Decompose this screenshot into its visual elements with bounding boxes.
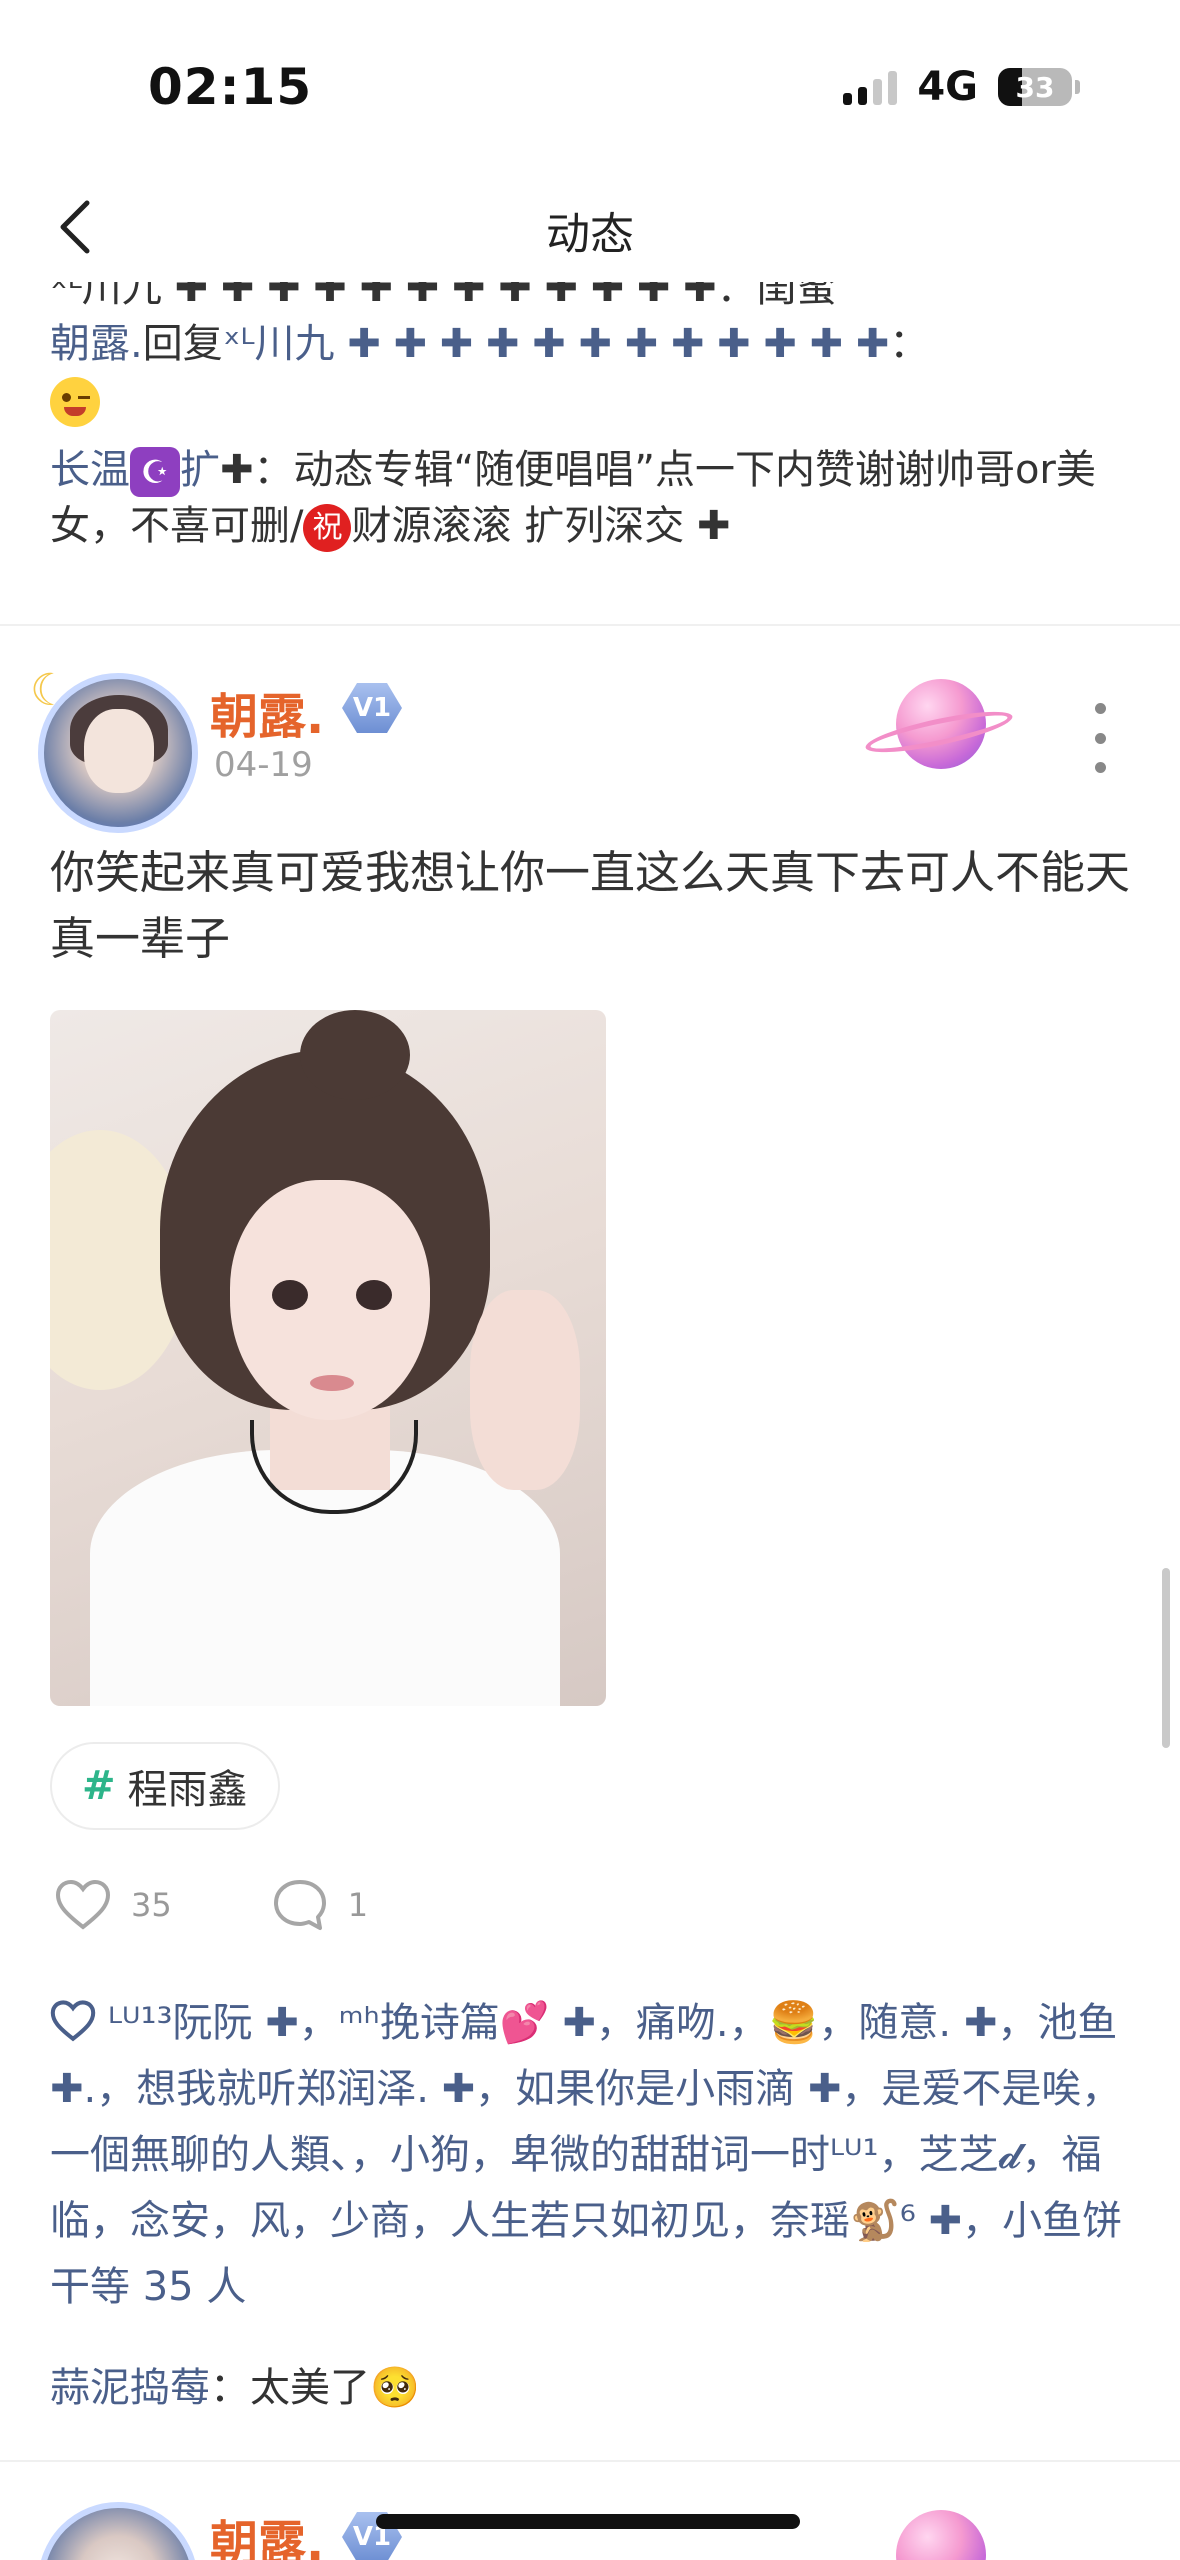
like-button[interactable]: 35 <box>55 1879 172 1931</box>
post-author[interactable]: 朝露. <box>210 677 324 747</box>
reply-emoji <box>50 372 1130 432</box>
post-author[interactable]: 朝露. <box>210 2504 324 2560</box>
reply-comment[interactable]: 朝露.回复ˣᴸ川九 ✚ ✚ ✚ ✚ ✚ ✚ ✚ ✚ ✚ ✚ ✚ ✚： <box>50 316 1130 372</box>
post-comment[interactable]: 蒜泥捣莓：太美了🥺 <box>50 2358 1130 2418</box>
hashtag-icon: # <box>82 1763 116 1809</box>
comment-text: ˣᴸ川九 ✚ ✚ ✚ ✚ ✚ ✚ ✚ ✚ ✚ ✚ ✚ ✚：闺蜜 <box>50 282 837 311</box>
like-count: 35 <box>131 1886 172 1924</box>
post-date: 04-19 <box>214 745 313 785</box>
comment-bubble-icon <box>273 1880 326 1930</box>
comment-colon: ： <box>889 321 930 367</box>
plus-icon: ✚ <box>696 503 731 549</box>
status-right: 4G 33 <box>843 62 1080 112</box>
reply-target-user[interactable]: ˣᴸ川九 ✚ ✚ ✚ ✚ ✚ ✚ ✚ ✚ ✚ ✚ ✚ ✚ <box>223 321 890 367</box>
signal-icon <box>843 69 898 105</box>
comment-button[interactable]: 1 <box>272 1878 368 1932</box>
avatar[interactable] <box>38 2502 198 2560</box>
planet-decoration-icon[interactable] <box>896 2510 986 2560</box>
liked-by-text: ᴸᵁ¹³阮阮 ✚，ᵐʰ挽诗篇💕 ✚，痛吻.，🍔，随意. ✚，池鱼 ✚.，想我就听… <box>50 2000 1123 2310</box>
status-time: 02:15 <box>148 58 313 116</box>
vip-badge: V1 <box>342 683 402 733</box>
comment-user[interactable]: 朝露. <box>50 321 143 367</box>
topic-label: 程雨鑫 <box>127 1767 248 1813</box>
comment-item[interactable]: 长温 ☪ 扩✚：动态专辑“随便唱唱”点一下内赞谢谢帅哥or美女，不喜可删/祝财源滚滚… <box>50 442 1130 554</box>
home-indicator[interactable] <box>376 2514 800 2529</box>
comment-user-suffix[interactable]: 扩 <box>180 447 220 493</box>
nav-bar: 动态 <box>0 170 1180 285</box>
battery-level: 33 <box>1015 70 1055 104</box>
comment-user[interactable]: 蒜泥捣莓 <box>50 2365 210 2411</box>
comment-line-cut: ˣᴸ川九 ✚ ✚ ✚ ✚ ✚ ✚ ✚ ✚ ✚ ✚ ✚ ✚：闺蜜 <box>50 282 1130 316</box>
comment-count: 1 <box>347 1886 369 1924</box>
post-photo[interactable] <box>50 1010 606 1706</box>
page-title: 动态 <box>546 209 634 260</box>
network-label: 4G <box>917 64 978 110</box>
moon-badge-icon: ☪ <box>130 447 180 497</box>
previous-post-comments: ˣᴸ川九 ✚ ✚ ✚ ✚ ✚ ✚ ✚ ✚ ✚ ✚ ✚ ✚：闺蜜 朝露.回复ˣᴸ川… <box>50 282 1130 554</box>
liked-by-list[interactable]: ᴸᵁ¹³阮阮 ✚，ᵐʰ挽诗篇💕 ✚，痛吻.，🍔，随意. ✚，池鱼 ✚.，想我就听… <box>50 1990 1130 2320</box>
comment-text: ：太美了🥺 <box>210 2365 420 2411</box>
blessing-badge-icon: 祝 <box>303 504 352 552</box>
planet-decoration-icon[interactable] <box>862 675 1016 785</box>
scrollbar[interactable] <box>1162 1568 1170 1748</box>
post-header: ☾ 朝露. V1 04-19 <box>30 665 1150 833</box>
heart-outline-icon <box>50 2000 96 2042</box>
crescent-moon-icon: ☾ <box>30 665 70 716</box>
plus-icon: ✚ <box>220 447 254 493</box>
heart-icon <box>55 1879 111 1930</box>
status-bar: 02:15 4G 33 <box>0 0 1180 170</box>
post-actions: 35 1 <box>55 1870 468 1940</box>
topic-tag[interactable]: # 程雨鑫 <box>50 1742 280 1830</box>
comment-user[interactable]: 长温 <box>50 447 130 493</box>
post-text: 你笑起来真可爱我想让你一直这么天真下去可人不能天真一辈子 <box>50 846 1131 965</box>
battery-icon: 33 <box>998 68 1080 106</box>
reply-label: 回复 <box>142 321 223 367</box>
divider <box>0 2460 1180 2462</box>
wink-emoji-icon <box>50 377 100 427</box>
divider <box>0 624 1180 626</box>
comment-text-2: 财源滚滚 扩列深交 <box>351 503 685 549</box>
more-options-button[interactable] <box>1080 703 1120 773</box>
